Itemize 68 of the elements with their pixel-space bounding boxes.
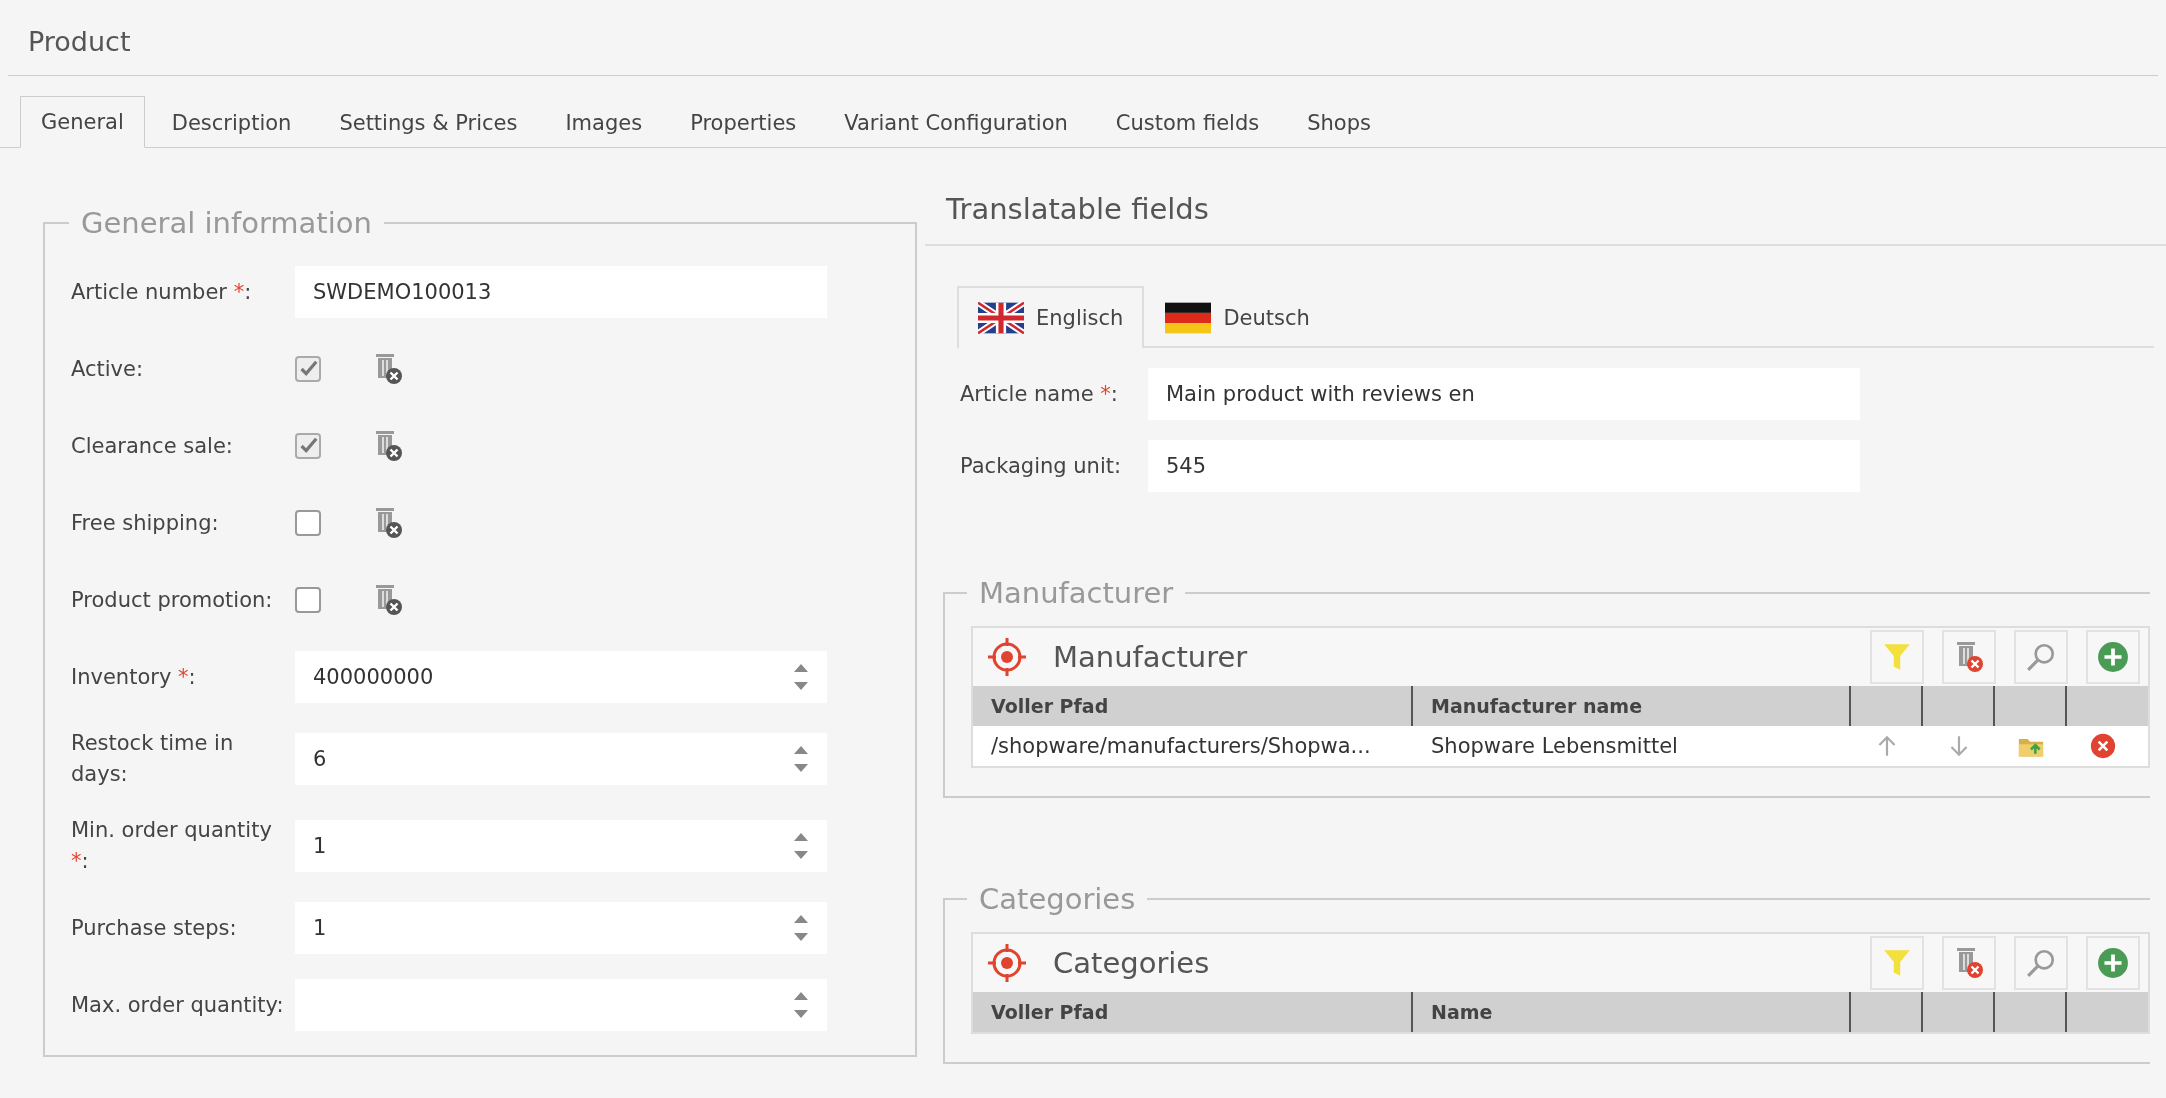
input-field[interactable]: Main product with reviews en <box>1148 368 1860 420</box>
section-title: Translatable fields <box>946 192 1209 226</box>
spinner-up-icon[interactable] <box>793 831 809 841</box>
search-icon[interactable] <box>2025 947 2057 979</box>
window-title: Product <box>28 26 131 57</box>
spinner-down-icon[interactable] <box>793 851 809 861</box>
spinner-up-icon[interactable] <box>793 744 809 754</box>
tab[interactable]: General <box>20 96 145 148</box>
spinner-up-icon[interactable] <box>793 913 809 923</box>
spinner-up-icon[interactable] <box>793 662 809 672</box>
field-label: Clearance sale: <box>71 432 234 460</box>
number-field[interactable]: 1 <box>295 902 827 954</box>
reset-trash-icon[interactable] <box>373 430 403 462</box>
add-icon[interactable] <box>2097 947 2129 979</box>
target-icon <box>987 943 1027 983</box>
fieldset-legend: General information <box>69 206 384 240</box>
number-field[interactable]: 6 <box>295 733 827 785</box>
checkbox[interactable] <box>295 587 321 613</box>
input-field[interactable]: 545 <box>1148 440 1860 492</box>
tab[interactable]: Images <box>544 97 664 148</box>
column-header: Voller Pfad <box>973 992 1413 1032</box>
tab[interactable]: Description <box>150 97 313 148</box>
reset-trash-icon[interactable] <box>373 507 403 539</box>
panel-title: Categories <box>1053 946 1211 980</box>
search-icon[interactable] <box>2025 641 2057 673</box>
field-label: Purchase steps: <box>71 914 238 942</box>
spinner-down-icon[interactable] <box>793 933 809 943</box>
column-header: Name <box>1413 992 1851 1032</box>
field-label: Article number *: <box>71 278 253 306</box>
reset-trash-icon[interactable] <box>373 584 403 616</box>
language-tab[interactable]: Englisch <box>957 286 1145 348</box>
language-tab[interactable]: Deutsch <box>1144 286 1331 348</box>
checkbox[interactable] <box>295 433 321 459</box>
tab[interactable]: Shops <box>1286 97 1392 148</box>
number-field[interactable]: 1 <box>295 820 827 872</box>
spinner-down-icon[interactable] <box>793 1010 809 1020</box>
field-label: Free shipping: <box>71 509 220 537</box>
field-label: Max. order quantity: <box>71 991 285 1019</box>
field-label: Inventory *: <box>71 663 197 691</box>
field-label: Product promotion: <box>71 586 274 614</box>
tab[interactable]: Variant Configuration <box>823 97 1089 148</box>
field-label: Restock time in days: <box>71 730 235 788</box>
spinner-down-icon[interactable] <box>793 764 809 774</box>
fieldset-legend: Manufacturer <box>967 576 1186 610</box>
field-label: Article name *: <box>960 382 1119 406</box>
tab[interactable]: Properties <box>669 97 818 148</box>
checkbox[interactable] <box>295 510 321 536</box>
input-field[interactable]: SWDEMO100013 <box>295 266 827 318</box>
field-label: Min. order quantity *: <box>71 817 273 875</box>
uk-flag-icon <box>978 302 1024 334</box>
table-cell-text: /shopware/manufacturers/Shopwa... <box>990 733 1372 760</box>
reset-trash-icon[interactable] <box>373 353 403 385</box>
checkbox[interactable] <box>295 356 321 382</box>
fieldset-legend: Categories <box>967 882 1148 916</box>
target-icon <box>987 637 1027 677</box>
spinner-down-icon[interactable] <box>793 682 809 692</box>
panel-title: Manufacturer <box>1053 640 1249 674</box>
german-flag-icon <box>1165 302 1212 334</box>
tab[interactable]: Custom fields <box>1094 97 1281 148</box>
field-label: Active: <box>71 355 145 383</box>
tab[interactable]: Settings & Prices <box>318 97 539 148</box>
spinner-up-icon[interactable] <box>793 990 809 1000</box>
table-cell-text: Shopware Lebensmittel <box>1430 733 1679 760</box>
add-icon[interactable] <box>2097 641 2129 673</box>
number-field[interactable] <box>295 979 827 1031</box>
number-field[interactable]: 400000000 <box>295 651 827 703</box>
remove-icon[interactable] <box>2090 733 2116 759</box>
field-label: Packaging unit: <box>960 454 1123 478</box>
